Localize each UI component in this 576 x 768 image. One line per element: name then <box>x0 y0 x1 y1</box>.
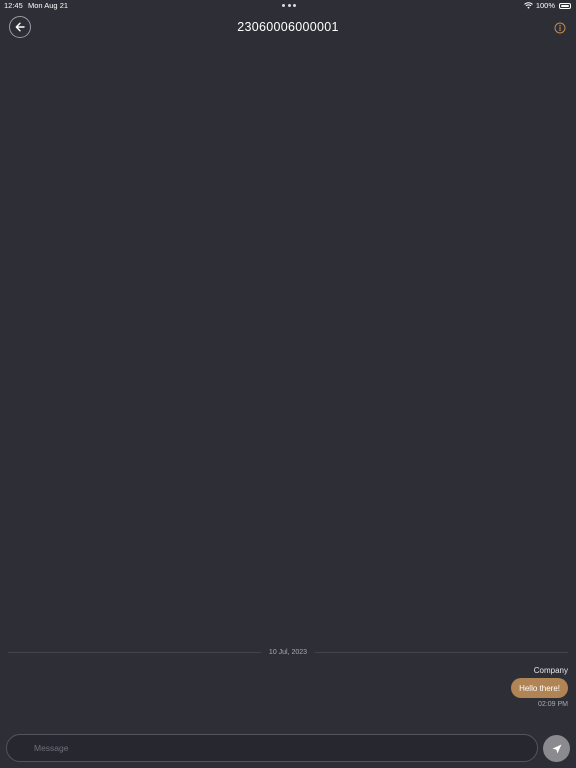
battery-icon <box>559 2 571 9</box>
multitasking-dots-icon[interactable] <box>282 2 296 8</box>
message-timestamp: 02:09 PM <box>538 701 568 708</box>
chat-screen: 12:45 Mon Aug 21 100% 23060006000001 10 … <box>0 0 576 768</box>
message-sender: Company <box>533 666 568 675</box>
date-divider-label: 10 Jul, 2023 <box>268 648 308 656</box>
status-time: 12:45 <box>4 1 23 10</box>
message-bubble[interactable]: Hello there! <box>511 678 568 698</box>
info-icon <box>554 22 565 33</box>
wifi-icon <box>523 2 533 9</box>
info-button[interactable] <box>553 21 566 34</box>
status-bar: 12:45 Mon Aug 21 100% <box>0 0 576 12</box>
send-button[interactable] <box>543 735 570 762</box>
date-divider: 10 Jul, 2023 <box>8 646 568 658</box>
send-icon <box>552 744 561 753</box>
message-input[interactable] <box>6 734 538 762</box>
chat-header: 23060006000001 <box>0 14 576 42</box>
status-indicators: 100% <box>523 1 571 10</box>
message-text: Hello there! <box>519 683 560 693</box>
status-date: Mon Aug 21 <box>28 1 69 10</box>
battery-percent: 100% <box>535 1 555 10</box>
divider-line-left <box>8 651 261 653</box>
page-title: 23060006000001 <box>237 20 339 34</box>
divider-line-right <box>315 651 568 653</box>
